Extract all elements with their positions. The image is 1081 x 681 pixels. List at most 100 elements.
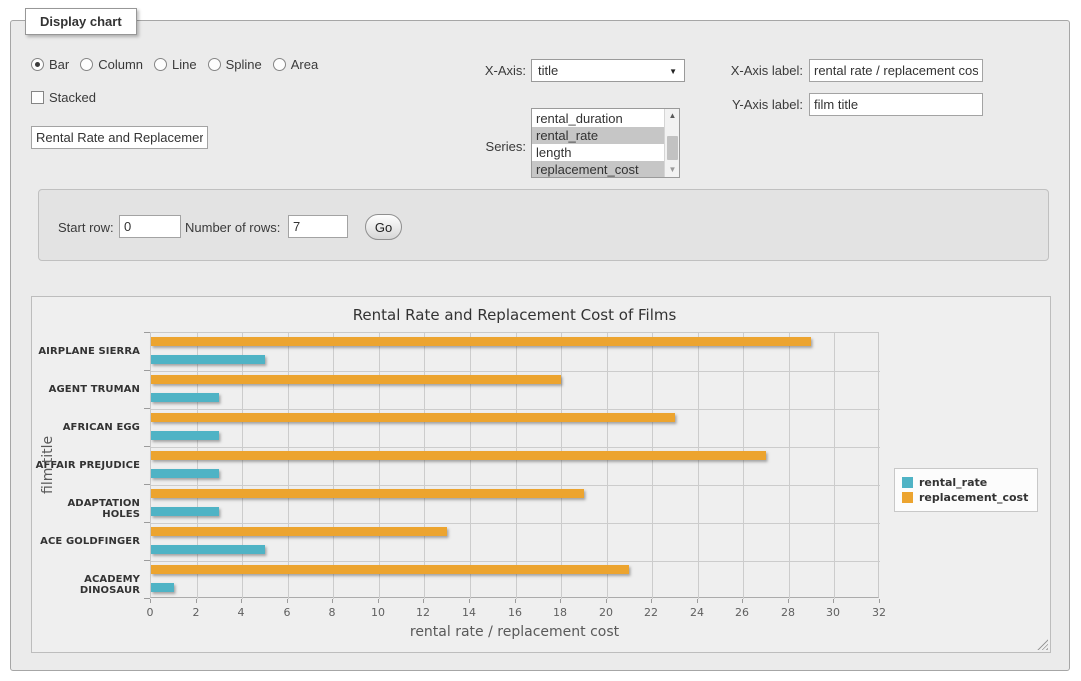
- legend-label-rental-rate: rental_rate: [919, 476, 987, 489]
- series-option-length[interactable]: length: [532, 144, 664, 161]
- x-axis-selected-value: title: [538, 63, 558, 78]
- x-axis-ticklabel-18: 18: [542, 606, 578, 619]
- gridline-band-5: [151, 523, 880, 524]
- x-axis-ticklabel-22: 22: [633, 606, 669, 619]
- chart-type-option-bar[interactable]: Bar: [31, 57, 69, 72]
- chart-type-label-line[interactable]: Line: [172, 57, 197, 72]
- bar-replacement-cost-affair-prejudice[interactable]: [151, 451, 766, 460]
- bar-replacement-cost-african-egg[interactable]: [151, 413, 675, 422]
- gridline-x-2: [197, 333, 198, 599]
- gridline-x-6: [288, 333, 289, 599]
- bar-rental-rate-african-egg[interactable]: [151, 431, 219, 440]
- bar-replacement-cost-academy-dinosaur[interactable]: [151, 565, 629, 574]
- chart-type-radio-line[interactable]: [154, 58, 167, 71]
- chart-type-option-area[interactable]: Area: [273, 57, 318, 72]
- x-axis-tickmark-20: [606, 599, 607, 603]
- category-tick: [144, 560, 150, 561]
- series-multiselect: rental_durationrental_ratelengthreplacem…: [531, 108, 680, 178]
- scrollbar-thumb[interactable]: [667, 136, 678, 160]
- gridline-band-2: [151, 409, 880, 410]
- scrollbar-up-arrow-icon[interactable]: ▲: [665, 109, 680, 123]
- stacked-checkbox[interactable]: [31, 91, 44, 104]
- bar-rental-rate-ace-goldfinger[interactable]: [151, 545, 265, 554]
- x-axis-tickmark-2: [196, 599, 197, 603]
- series-option-rental-rate[interactable]: rental_rate: [532, 127, 664, 144]
- x-axis-tickmark-22: [651, 599, 652, 603]
- y-axis-title: film title: [40, 332, 56, 598]
- x-axis-tickmark-12: [423, 599, 424, 603]
- bar-replacement-cost-ace-goldfinger[interactable]: [151, 527, 447, 536]
- chart-type-label-spline[interactable]: Spline: [226, 57, 262, 72]
- plot-area: [150, 332, 879, 598]
- legend-swatch-replacement-cost: [902, 492, 913, 503]
- bar-rental-rate-affair-prejudice[interactable]: [151, 469, 219, 478]
- scrollbar-down-arrow-icon[interactable]: ▼: [665, 163, 680, 177]
- gridline-x-4: [242, 333, 243, 599]
- gridline-x-26: [743, 333, 744, 599]
- x-axis-tickmark-28: [788, 599, 789, 603]
- chart-title-input[interactable]: [31, 126, 208, 149]
- chart-type-label-bar[interactable]: Bar: [49, 57, 69, 72]
- bar-rental-rate-agent-truman[interactable]: [151, 393, 219, 402]
- x-axis-ticklabel-4: 4: [223, 606, 259, 619]
- chart-type-label-area[interactable]: Area: [291, 57, 318, 72]
- start-row-input[interactable]: [119, 215, 181, 238]
- x-axis-select[interactable]: title ▼: [531, 59, 685, 82]
- x-axis-ticklabel-30: 30: [815, 606, 851, 619]
- bar-rental-rate-airplane-sierra[interactable]: [151, 355, 265, 364]
- number-of-rows-input[interactable]: [288, 215, 348, 238]
- x-axis-ticklabel-28: 28: [770, 606, 806, 619]
- x-axis-ticklabel-12: 12: [405, 606, 441, 619]
- chart-title: Rental Rate and Replacement Cost of Film…: [150, 306, 879, 324]
- chart-type-radio-area[interactable]: [273, 58, 286, 71]
- stacked-label[interactable]: Stacked: [49, 90, 96, 105]
- select-dropdown-arrow-icon: ▼: [669, 67, 677, 76]
- legend-item-replacement-cost[interactable]: replacement_cost: [902, 491, 1028, 504]
- resize-handle-icon[interactable]: [1037, 639, 1048, 650]
- bar-rental-rate-adaptation-holes[interactable]: [151, 507, 219, 516]
- x-axis-tickmark-8: [332, 599, 333, 603]
- chart-type-radio-bar[interactable]: [31, 58, 44, 71]
- x-axis-tickmark-26: [742, 599, 743, 603]
- gridline-x-22: [652, 333, 653, 599]
- category-tick: [144, 408, 150, 409]
- gridline-x-14: [470, 333, 471, 599]
- x-axis-select-label: X-Axis:: [466, 63, 526, 78]
- chart-type-option-column[interactable]: Column: [80, 57, 143, 72]
- series-scrollbar[interactable]: ▲ ▼: [664, 109, 679, 177]
- series-option-replacement-cost[interactable]: replacement_cost: [532, 161, 664, 178]
- x-axis-field-label: X-Axis label:: [723, 63, 803, 78]
- x-axis-label-input[interactable]: [809, 59, 983, 82]
- gridline-x-10: [379, 333, 380, 599]
- bar-replacement-cost-adaptation-holes[interactable]: [151, 489, 584, 498]
- chart-type-radio-spline[interactable]: [208, 58, 221, 71]
- chart-type-option-spline[interactable]: Spline: [208, 57, 262, 72]
- gridline-x-24: [698, 333, 699, 599]
- y-axis-label-input[interactable]: [809, 93, 983, 116]
- gridline-x-28: [789, 333, 790, 599]
- chart-legend: rental_rate replacement_cost: [894, 468, 1038, 512]
- x-axis-title: rental rate / replacement cost: [150, 624, 879, 640]
- legend-item-rental-rate[interactable]: rental_rate: [902, 476, 1028, 489]
- series-option-rental-duration[interactable]: rental_duration: [532, 110, 664, 127]
- x-axis-tickmark-10: [378, 599, 379, 603]
- bar-replacement-cost-agent-truman[interactable]: [151, 375, 561, 384]
- chart-type-radio-column[interactable]: [80, 58, 93, 71]
- x-axis-tickmark-18: [560, 599, 561, 603]
- start-row-label: Start row:: [58, 220, 114, 235]
- category-tick: [144, 370, 150, 371]
- chart-type-option-line[interactable]: Line: [154, 57, 197, 72]
- go-button[interactable]: Go: [365, 214, 402, 240]
- category-tick: [144, 484, 150, 485]
- bar-rental-rate-academy-dinosaur[interactable]: [151, 583, 174, 592]
- legend-swatch-rental-rate: [902, 477, 913, 488]
- number-of-rows-label: Number of rows:: [185, 220, 280, 235]
- legend-label-replacement-cost: replacement_cost: [919, 491, 1028, 504]
- gridline-x-20: [607, 333, 608, 599]
- chart-container: Rental Rate and Replacement Cost of Film…: [31, 296, 1051, 653]
- chart-type-radio-group: Bar Column Line Spline Area: [31, 57, 329, 72]
- x-axis-tickmark-32: [879, 599, 880, 603]
- bar-replacement-cost-airplane-sierra[interactable]: [151, 337, 811, 346]
- series-options: rental_durationrental_ratelengthreplacem…: [532, 110, 664, 178]
- chart-type-label-column[interactable]: Column: [98, 57, 143, 72]
